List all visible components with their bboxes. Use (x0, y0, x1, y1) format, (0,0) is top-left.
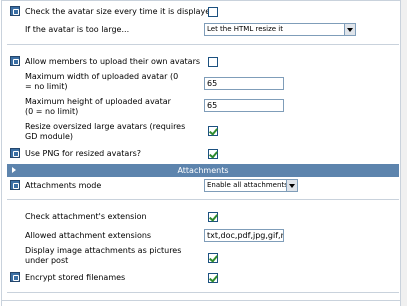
separator (7, 44, 399, 45)
help-icon[interactable] (10, 180, 20, 190)
resize-avatars-checkbox[interactable] (208, 126, 218, 136)
frame-border-left (1, 0, 2, 306)
help-icon[interactable] (10, 272, 20, 282)
check-avatar-size-checkbox[interactable] (208, 7, 218, 17)
allowed-extensions-label: Allowed attachment extensions (25, 231, 152, 240)
attachments-mode-value: Enable all attachments (207, 181, 288, 189)
attachments-section-header[interactable]: Attachments (7, 164, 399, 177)
check-extension-checkbox[interactable] (208, 212, 218, 222)
resize-avatars-label: Resize oversized large avatars (requires… (25, 122, 186, 141)
frame-border-bottom (1, 300, 401, 301)
max-height-label: Maximum height of uploaded avatar (0 = n… (25, 97, 171, 116)
attachments-section-title: Attachments (177, 166, 229, 175)
encrypt-filenames-label: Encrypt stored filenames (25, 273, 126, 282)
help-icon[interactable] (10, 56, 20, 66)
scrollbar[interactable] (401, 0, 407, 306)
frame-border-top (1, 0, 401, 1)
chevron-down-icon[interactable] (286, 180, 297, 191)
avatar-too-large-select[interactable]: Let the HTML resize it (204, 23, 356, 36)
settings-panel: Check the avatar size every time it is d… (0, 0, 407, 306)
max-width-input[interactable]: 65 (204, 77, 284, 90)
allow-upload-checkbox[interactable] (208, 57, 218, 67)
max-height-input[interactable]: 65 (204, 99, 284, 112)
help-icon[interactable] (10, 148, 20, 158)
check-avatar-size-label: Check the avatar size every time it is d… (25, 7, 216, 16)
use-png-checkbox[interactable] (208, 149, 218, 159)
chevron-down-icon[interactable] (344, 24, 355, 35)
use-png-label: Use PNG for resized avatars? (25, 149, 142, 158)
allowed-extensions-input[interactable]: txt,doc,pdf,jpg,gif,mp (204, 229, 284, 242)
attachments-mode-select[interactable]: Enable all attachments (204, 179, 298, 192)
display-images-checkbox[interactable] (208, 253, 218, 263)
encrypt-filenames-checkbox[interactable] (208, 273, 218, 283)
allow-upload-label: Allow members to upload their own avatar… (25, 57, 201, 66)
separator (7, 199, 399, 200)
check-extension-label: Check attachment's extension (25, 212, 147, 221)
max-width-label: Maximum width of uploaded avatar (0 = no… (25, 72, 179, 91)
help-icon[interactable] (10, 6, 20, 16)
avatar-too-large-value: Let the HTML resize it (207, 25, 283, 33)
attachments-mode-label: Attachments mode (25, 181, 102, 190)
avatar-too-large-label: If the avatar is too large... (25, 25, 130, 34)
display-images-label: Display image attachments as pictures un… (25, 246, 182, 265)
separator (7, 292, 399, 293)
